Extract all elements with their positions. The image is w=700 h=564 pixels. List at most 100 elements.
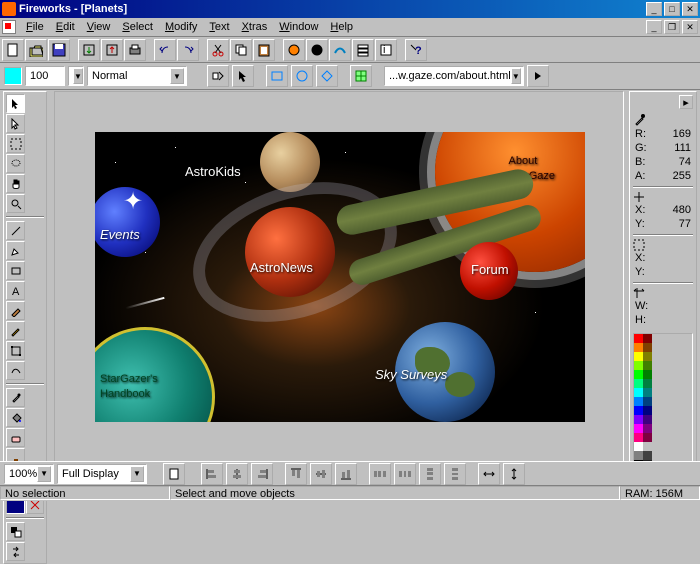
palette-color[interactable] [643,424,652,433]
zoom-select[interactable]: 100%▼ [4,464,54,484]
mdi-restore-button[interactable]: ❐ [664,20,680,34]
freeform-tool[interactable] [6,361,25,380]
panel-menu-button[interactable]: ▸ [679,95,693,109]
palette-color[interactable] [634,406,643,415]
align-top-button[interactable] [285,463,307,485]
palette-color[interactable] [643,451,652,460]
behind-button[interactable] [207,65,229,87]
menu-help[interactable]: Help [324,19,359,35]
palette-color[interactable] [634,442,643,451]
shape-rect-button[interactable] [266,65,288,87]
palette-color[interactable] [643,406,652,415]
menu-file[interactable]: File [20,19,50,35]
menu-view[interactable]: View [81,19,117,35]
dist-vc-button[interactable] [444,463,466,485]
menu-modify[interactable]: Modify [159,19,203,35]
palette-color[interactable] [643,388,652,397]
swap-colors-button[interactable] [6,542,25,561]
mdi-minimize-button[interactable]: _ [646,20,662,34]
palette-color[interactable] [634,361,643,370]
palette-color[interactable] [634,451,643,460]
palette-color[interactable] [643,379,652,388]
zoom-tool[interactable] [6,194,25,213]
align-vcenter-button[interactable] [310,463,332,485]
default-colors-button[interactable] [6,522,25,541]
palette-color[interactable] [643,415,652,424]
palette-color[interactable] [643,343,652,352]
palette-color[interactable] [643,433,652,442]
palette-color[interactable] [634,424,643,433]
palette-color[interactable] [634,334,643,343]
palette-color[interactable] [634,379,643,388]
import-button[interactable] [78,39,100,61]
shape-diamond-button[interactable] [316,65,338,87]
marquee-tool[interactable] [6,134,25,153]
shape-circle-button[interactable] [291,65,313,87]
palette-color[interactable] [643,442,652,451]
palette-color[interactable] [634,415,643,424]
dist-h-button[interactable] [369,463,391,485]
palette-color[interactable] [643,361,652,370]
document-icon[interactable] [2,20,16,34]
palette-color[interactable] [634,397,643,406]
dist-hc-button[interactable] [394,463,416,485]
palette-color[interactable] [634,433,643,442]
display-mode-select[interactable]: Normal▼ [87,66,187,86]
align-left-button[interactable] [201,463,223,485]
print-button[interactable] [124,39,146,61]
align-bottom-button[interactable] [335,463,357,485]
eraser-tool[interactable] [6,428,25,447]
align-right-button[interactable] [251,463,273,485]
match-height-button[interactable] [503,463,525,485]
brush-tool[interactable] [6,301,25,320]
zoom-input[interactable] [25,66,65,86]
eyedropper-tool[interactable] [6,388,25,407]
lasso-tool[interactable] [6,154,25,173]
layers-button[interactable] [352,39,374,61]
menu-xtras[interactable]: Xtras [236,19,274,35]
url-go-button[interactable] [527,65,549,87]
slice-button[interactable] [350,65,372,87]
palette-color[interactable] [634,352,643,361]
view-select[interactable]: Full Display▼ [57,464,147,484]
align-hcenter-button[interactable] [226,463,248,485]
line-tool[interactable] [6,221,25,240]
url-select[interactable]: ...w.gaze.com/about.html▼ [384,66,524,86]
minimize-button[interactable]: _ [646,2,662,16]
undo-button[interactable] [154,39,176,61]
menu-text[interactable]: Text [203,19,235,35]
scale-tool[interactable] [6,341,25,360]
redo-button[interactable] [177,39,199,61]
palette-color[interactable] [634,343,643,352]
paste-button[interactable] [253,39,275,61]
palette-color[interactable] [634,388,643,397]
palette-color[interactable] [643,352,652,361]
rectangle-tool[interactable] [6,261,25,280]
brush-color-well[interactable] [4,67,22,85]
palette-color[interactable] [643,370,652,379]
stroke-tool-button[interactable] [306,39,328,61]
help-button[interactable]: ? [405,39,427,61]
menu-edit[interactable]: Edit [50,19,81,35]
subselect-tool[interactable] [6,114,25,133]
page-button[interactable] [163,463,185,485]
bucket-tool[interactable] [6,408,25,427]
export-button[interactable] [101,39,123,61]
info-button[interactable]: i [375,39,397,61]
palette-color[interactable] [634,370,643,379]
pen-tool[interactable] [6,241,25,260]
mdi-close-button[interactable]: ✕ [682,20,698,34]
palette-color[interactable] [643,397,652,406]
text-tool[interactable]: A [6,281,25,300]
pencil-tool[interactable] [6,321,25,340]
dist-v-button[interactable] [419,463,441,485]
cut-button[interactable] [207,39,229,61]
zoom-dropdown[interactable]: ▼ [68,66,84,86]
menu-select[interactable]: Select [116,19,159,35]
pointer-mode-button[interactable] [232,65,254,87]
document-canvas[interactable]: AboutStarGaze AstroKids Events ✦ AstroNe… [95,132,585,422]
hand-tool[interactable] [6,174,25,193]
close-button[interactable]: ✕ [682,2,698,16]
new-button[interactable] [2,39,24,61]
match-width-button[interactable] [478,463,500,485]
